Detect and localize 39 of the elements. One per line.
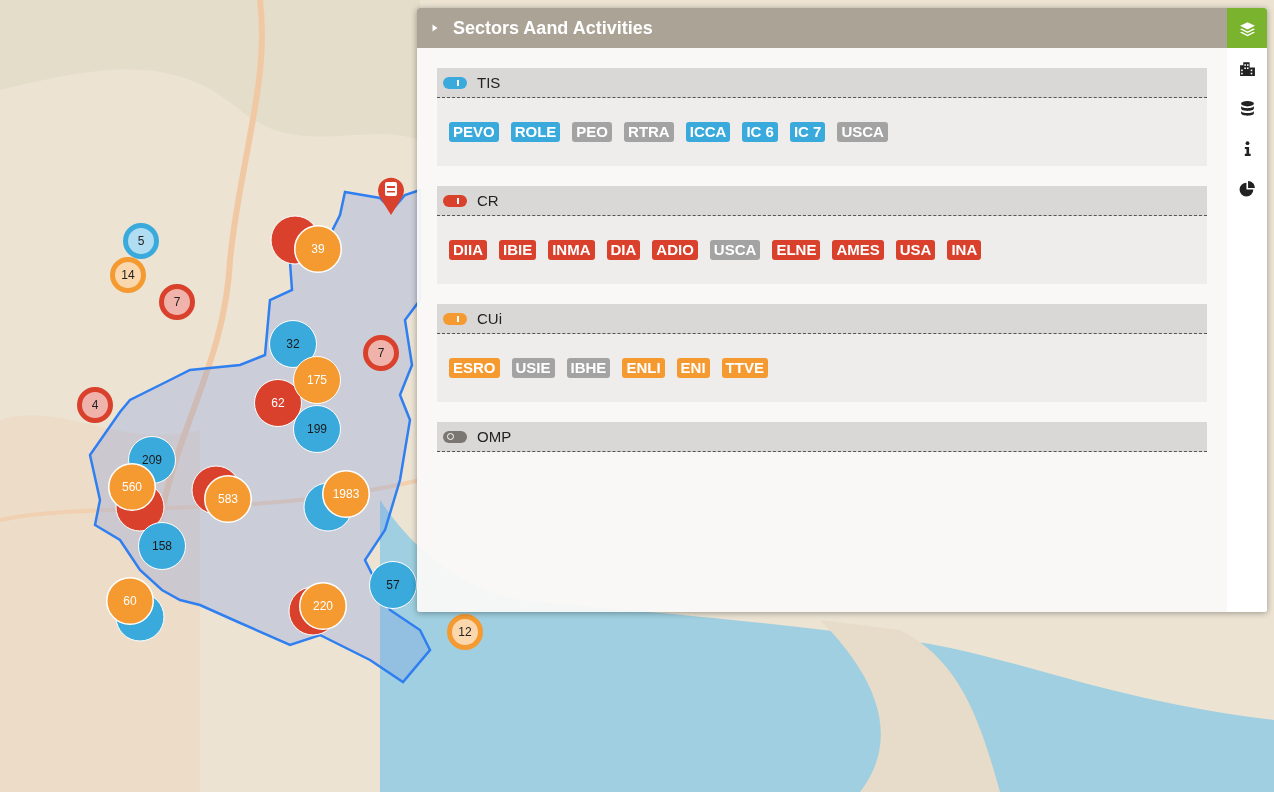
tag-chip[interactable]: USCA: [837, 122, 888, 142]
group-name: CR: [477, 192, 499, 209]
tag-chip[interactable]: IC 7: [789, 122, 826, 142]
tag-chip[interactable]: PEVO: [449, 122, 499, 142]
tag-chip[interactable]: PEO: [572, 122, 613, 142]
buildings-icon: [1238, 59, 1256, 77]
group-name: OMP: [477, 428, 512, 445]
tag-chip[interactable]: IC 6: [742, 122, 778, 142]
pie-chart-icon: [1238, 179, 1256, 197]
tag-chip[interactable]: USIE: [511, 358, 555, 378]
tag-chip[interactable]: INMA: [548, 240, 595, 260]
tag-chip[interactable]: USCA: [709, 240, 761, 260]
tag-chip[interactable]: IBIE: [499, 240, 537, 260]
toggle-switch[interactable]: [443, 194, 467, 207]
tag-chip[interactable]: ESRO: [449, 358, 500, 378]
tag-chip[interactable]: ENI: [676, 358, 710, 378]
tag-chip[interactable]: DIA: [606, 240, 641, 260]
tag-chip[interactable]: RTRA: [624, 122, 674, 142]
panel-title: Sectors Aand Activities: [453, 17, 653, 39]
map-pin-icon[interactable]: [377, 175, 405, 215]
tag-chip[interactable]: ADIO: [652, 240, 698, 260]
tag-chip[interactable]: ELNE: [772, 240, 821, 260]
group-name: CUi: [477, 310, 502, 327]
tag-chip[interactable]: TTVE: [721, 358, 768, 378]
tag-chip[interactable]: IBHE: [566, 358, 611, 378]
caret-icon[interactable]: [431, 23, 439, 33]
tag-chip[interactable]: AMES: [832, 240, 884, 260]
tag-chip[interactable]: ROLE: [510, 122, 561, 142]
toggle-switch[interactable]: [443, 312, 467, 325]
database-icon: [1238, 99, 1256, 117]
layers-icon: [1238, 19, 1256, 37]
tag-chip[interactable]: ENLI: [622, 358, 665, 378]
group-name: TIS: [477, 74, 501, 91]
tag-chip[interactable]: USA: [895, 240, 936, 260]
toggle-switch[interactable]: [443, 430, 467, 443]
tag-chip[interactable]: INA: [947, 240, 982, 260]
toggle-switch[interactable]: [443, 76, 467, 89]
tag-chip[interactable]: DIIA: [449, 240, 487, 260]
tag-chip[interactable]: ICCA: [685, 122, 731, 142]
